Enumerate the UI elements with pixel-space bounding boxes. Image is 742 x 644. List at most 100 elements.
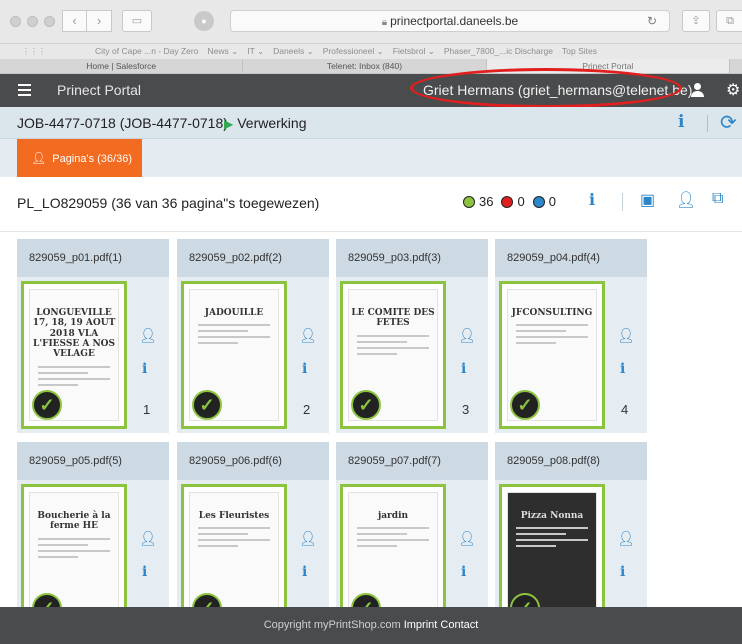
favorite-item[interactable]: Daneels ⌄ — [273, 46, 314, 57]
sidebar-toggle-button[interactable]: ▭ — [122, 10, 152, 32]
new-tab-button[interactable] — [730, 59, 742, 73]
favorite-item[interactable]: Top Sites — [562, 46, 597, 57]
divider — [707, 115, 708, 132]
info-icon[interactable]: i — [461, 361, 466, 377]
pending-status-icon — [532, 195, 545, 208]
page-thumbnail[interactable]: LE COMITE DES FETES ✓ — [340, 281, 446, 429]
page-file-name: 829059_p05.pdf(5) — [17, 442, 169, 480]
contact-link[interactable]: Contact — [440, 619, 478, 631]
minimize-window-button[interactable] — [27, 16, 38, 27]
favorites-bar: ⋮⋮⋮ City of Cape ...n - Day Zero News ⌄ … — [0, 44, 742, 59]
url-text: prinectportal.daneels.be — [390, 14, 519, 28]
page-number: 2 — [303, 402, 311, 417]
page-card[interactable]: 829059_p02.pdf(2) JADOUILLE ✓ 👤︎ i 2 — [177, 239, 329, 433]
zoom-window-button[interactable] — [44, 16, 55, 27]
forward-button[interactable]: › — [87, 10, 112, 32]
page-card[interactable]: 829059_p01.pdf(1) LONGUEVILLE 17, 18, 19 … — [17, 239, 169, 433]
assign-pages-icon[interactable]: 👤︎ — [676, 190, 696, 210]
app-title: Prinect Portal — [57, 82, 142, 98]
back-button[interactable]: ‹ — [62, 10, 87, 32]
close-window-button[interactable] — [10, 16, 21, 27]
page-thumbnail[interactable]: JFCONSULTING ✓ — [499, 281, 605, 429]
page-file-name: 829059_p08.pdf(8) — [495, 442, 647, 480]
job-status-label: Verwerking — [237, 115, 307, 131]
page-card[interactable]: 829059_p04.pdf(4) JFCONSULTING ✓ 👤︎ i 4 — [495, 239, 647, 433]
preview-icon[interactable]: ▣ — [640, 190, 655, 210]
assign-user-icon[interactable]: 👤︎ — [299, 327, 317, 344]
page-file-name: 829059_p03.pdf(3) — [336, 239, 488, 277]
assign-user-icon[interactable]: 👤︎ — [139, 530, 157, 547]
info-icon[interactable]: i — [620, 564, 625, 580]
approved-check-icon: ✓ — [192, 390, 222, 420]
browser-tab[interactable]: Home | Salesforce — [0, 59, 244, 73]
favorite-item[interactable]: IT ⌄ — [247, 46, 264, 57]
job-id: JOB-4477-0718 (JOB-4477-0718) — [17, 115, 228, 131]
page-list-icon[interactable]: ⧉ — [712, 190, 723, 208]
page-preview-lines — [357, 527, 429, 548]
browser-window: ‹ › ▭ ● 🔒︎ prinectportal.daneels.be ↻ ⇪ ⧉… — [0, 0, 742, 644]
favorite-item[interactable]: City of Cape ...n - Day Zero — [95, 46, 198, 57]
reload-icon[interactable]: ↻ — [647, 11, 657, 31]
favorite-item[interactable]: Phaser_7800_...ic Discharge — [444, 46, 553, 57]
page-file-name: 829059_p01.pdf(1) — [17, 239, 169, 277]
assign-user-icon[interactable]: 👤︎ — [617, 327, 635, 344]
browser-tab[interactable]: Telenet: Inbox (840) — [243, 59, 487, 73]
favorite-item[interactable]: Fietsbrol ⌄ — [393, 46, 435, 57]
page-preview-lines — [38, 365, 110, 386]
gear-icon[interactable]: ⚙ — [726, 80, 740, 100]
page-card[interactable]: 829059_p03.pdf(3) LE COMITE DES FETES ✓ 👤︎ i… — [336, 239, 488, 433]
top-sites-grid-icon[interactable]: ⋮⋮⋮ — [22, 47, 46, 56]
play-icon: ▶ — [224, 117, 234, 131]
pages-grid: 829059_p01.pdf(1) LONGUEVILLE 17, 18, 19 … — [0, 232, 742, 636]
app-header: Prinect Portal Griet Hermans (griet_herm… — [0, 68, 742, 108]
approved-count: 36 — [479, 194, 494, 209]
page-number: 1 — [143, 402, 151, 417]
history-nav: ‹ › — [62, 10, 112, 32]
footer-copyright: Copyright myPrintShop.com — [263, 619, 401, 631]
info-icon[interactable]: i — [302, 361, 307, 377]
page-preview-text: Boucherie à la ferme HE — [37, 511, 111, 532]
browser-toolbar: ‹ › ▭ ● 🔒︎ prinectportal.daneels.be ↻ ⇪ ⧉ — [0, 0, 742, 44]
info-icon[interactable]: i — [142, 361, 147, 377]
show-tabs-button[interactable]: ⧉ — [716, 10, 742, 32]
info-icon[interactable]: i — [142, 564, 147, 580]
assign-user-icon[interactable]: 👤︎ — [458, 530, 476, 547]
approved-check-icon: ✓ — [32, 390, 62, 420]
assign-user-icon[interactable]: 👤︎ — [458, 327, 476, 344]
user-icon[interactable] — [690, 83, 705, 98]
extension-icon[interactable]: ● — [194, 11, 214, 31]
plan-title: PL_LO829059 (36 van 36 pagina"s toegewez… — [17, 195, 320, 211]
page-preview-text: JADOUILLE — [204, 308, 264, 318]
assign-user-icon[interactable]: 👤︎ — [617, 530, 635, 547]
page-file-name: 829059_p07.pdf(7) — [336, 442, 488, 480]
address-bar[interactable]: 🔒︎ prinectportal.daneels.be ↻ — [230, 10, 670, 32]
approved-check-icon: ✓ — [351, 390, 381, 420]
info-icon[interactable]: i — [302, 564, 307, 580]
imprint-link[interactable]: Imprint — [404, 619, 438, 631]
page-preview-lines — [198, 527, 270, 548]
page-preview-lines — [38, 537, 110, 558]
tab-pages[interactable]: 👤︎ Pagina's (36/36) — [17, 139, 142, 177]
favorite-item[interactable]: News ⌄ — [207, 46, 238, 57]
highlight-annotation-oval — [410, 68, 682, 108]
page-preview-lines — [198, 324, 270, 345]
page-file-name: 829059_p02.pdf(2) — [177, 239, 329, 277]
info-icon[interactable]: i — [620, 361, 625, 377]
page-preview-text: Pizza Nonna — [520, 511, 584, 521]
menu-icon[interactable] — [18, 84, 31, 96]
page-thumbnail[interactable]: LONGUEVILLE 17, 18, 19 AOUT 2018 VLA L'F… — [21, 281, 127, 429]
assign-user-icon[interactable]: 👤︎ — [139, 327, 157, 344]
refresh-icon[interactable]: ⟳ — [720, 110, 737, 135]
info-icon[interactable]: i — [678, 112, 684, 132]
page-file-name: 829059_p04.pdf(4) — [495, 239, 647, 277]
info-icon[interactable]: i — [589, 190, 595, 209]
favorite-item[interactable]: Professioneel ⌄ — [323, 46, 384, 57]
page-preview-lines — [357, 334, 429, 355]
divider — [622, 193, 623, 211]
pending-count: 0 — [548, 194, 556, 209]
assign-user-icon[interactable]: 👤︎ — [299, 530, 317, 547]
share-button[interactable]: ⇪ — [682, 10, 710, 32]
pages-list: 829059_p01.pdf(1) LONGUEVILLE 17, 18, 19 … — [17, 239, 657, 636]
info-icon[interactable]: i — [461, 564, 466, 580]
page-thumbnail[interactable]: JADOUILLE ✓ — [181, 281, 287, 429]
